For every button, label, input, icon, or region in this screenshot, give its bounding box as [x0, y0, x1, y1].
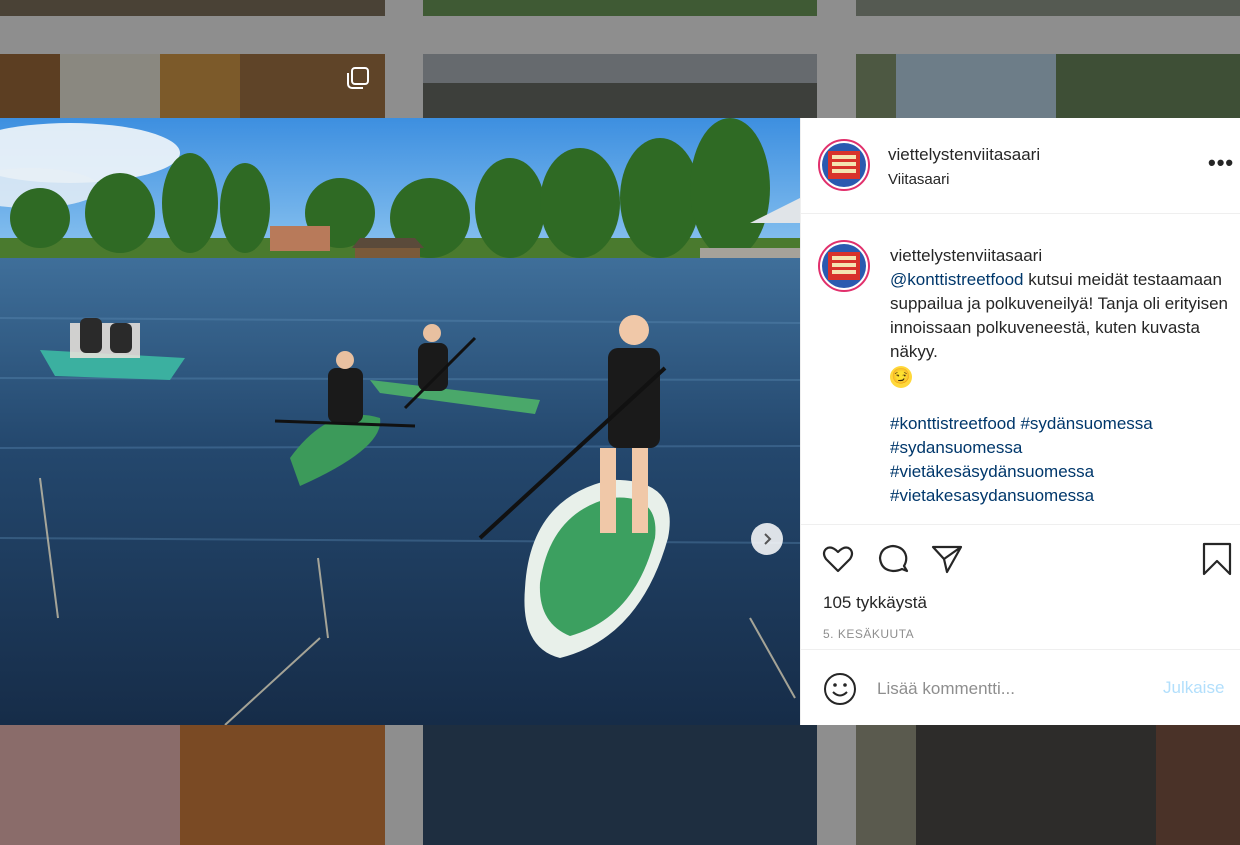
hashtag-link[interactable]: #vietakesasydansuomessa: [890, 486, 1094, 505]
avatar[interactable]: [818, 240, 870, 292]
comment-input[interactable]: [877, 676, 1137, 702]
heart-icon: [822, 546, 854, 573]
more-options-button[interactable]: •••: [1208, 150, 1234, 176]
comment-button[interactable]: [876, 542, 910, 576]
grid-thumbnail[interactable]: [0, 0, 385, 16]
multi-image-icon: [347, 67, 369, 89]
grid-thumbnail[interactable]: [856, 54, 1240, 118]
post-photo[interactable]: [0, 118, 800, 725]
comment-icon: [878, 544, 909, 573]
hashtag-link[interactable]: #vietäkesäsydänsuomessa: [890, 462, 1094, 481]
caption-username[interactable]: viettelystenviitasaari: [890, 244, 1230, 268]
grid-thumbnail[interactable]: [423, 725, 817, 845]
next-image-button[interactable]: [751, 523, 783, 555]
avatar-image: [822, 244, 866, 288]
avatar[interactable]: [818, 139, 870, 191]
post-header: viettelystenviitasaari Viitasaari •••: [801, 118, 1240, 214]
save-button[interactable]: [1200, 542, 1234, 576]
avatar-image: [822, 143, 866, 187]
grid-thumbnail[interactable]: [0, 54, 385, 118]
grid-thumbnail[interactable]: [856, 0, 1240, 16]
post-location[interactable]: Viitasaari: [888, 171, 949, 188]
comment-form: Julkaise: [801, 649, 1240, 725]
post-username[interactable]: viettelystenviitasaari: [888, 145, 1040, 165]
emoji-icon[interactable]: [823, 672, 857, 706]
caption-mention[interactable]: @konttistreetfood: [890, 270, 1024, 289]
post-date: 5. KESÄKUUTA: [823, 627, 915, 641]
chevron-right-icon: [764, 533, 772, 545]
post-detail-panel: viettelystenviitasaari Viitasaari ••• vi…: [800, 118, 1240, 725]
hashtag-link[interactable]: #sydänsuomessa: [1020, 414, 1152, 433]
post-caption: viettelystenviitasaari @konttistreetfood…: [890, 244, 1230, 508]
caption-emoji: 😏: [890, 366, 912, 388]
grid-thumbnail[interactable]: [423, 54, 817, 118]
hashtag-link[interactable]: #konttistreetfood: [890, 414, 1016, 433]
grid-thumbnail[interactable]: [423, 0, 817, 16]
grid-thumbnail[interactable]: [0, 725, 385, 845]
grid-thumbnail[interactable]: [856, 725, 1240, 845]
bookmark-icon: [1202, 542, 1232, 576]
post-comment-button[interactable]: Julkaise: [1163, 678, 1224, 698]
like-button[interactable]: [821, 542, 855, 576]
share-button[interactable]: [930, 542, 964, 576]
post-actions: 105 tykkäystä 5. KESÄKUUTA: [801, 524, 1240, 649]
likes-count[interactable]: 105 tykkäystä: [823, 593, 927, 613]
caption-section: viettelystenviitasaari @konttistreetfood…: [801, 215, 1240, 525]
share-icon: [931, 545, 963, 574]
hashtag-link[interactable]: #sydansuomessa: [890, 438, 1022, 457]
